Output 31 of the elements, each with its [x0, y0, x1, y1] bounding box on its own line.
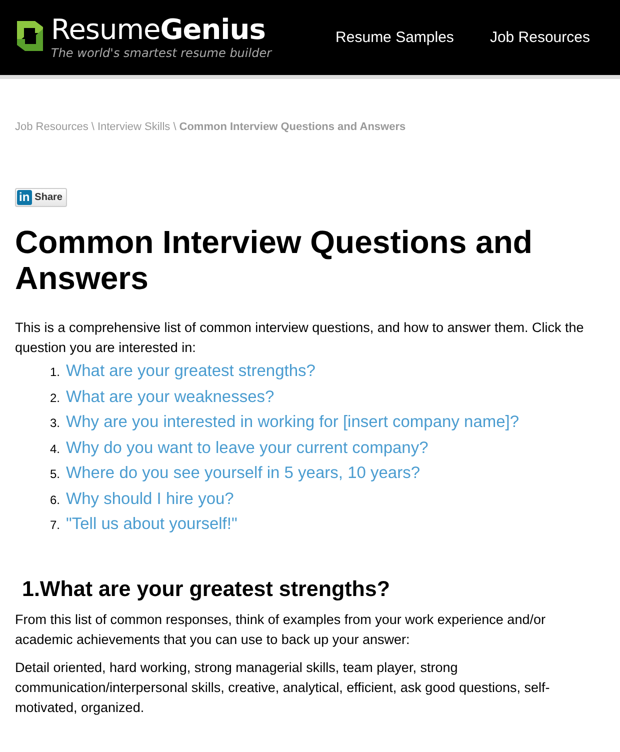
list-number: 2.	[50, 390, 60, 404]
page-title: Common Interview Questions and Answers	[15, 224, 534, 296]
question-link[interactable]: What are your greatest strengths?	[66, 362, 316, 381]
share-button[interactable]: in Share	[15, 188, 68, 207]
breadcrumb-link[interactable]: Job Resources	[15, 121, 88, 133]
breadcrumb-link[interactable]: Common Interview Questions and Answers	[179, 121, 406, 133]
list-number: 3.	[50, 416, 60, 430]
logo-wordmark[interactable]: ResumeGenius	[51, 14, 272, 44]
question-link[interactable]: Why do you want to leave your current company?	[66, 438, 428, 458]
tagline: The world's smartest resume builder	[51, 44, 272, 60]
breadcrumb-separator: \	[173, 121, 176, 133]
list-number: 6.	[50, 492, 60, 506]
paragraph: From this list of common responses, think of examples from your work experience and/or academic achievements that you can use to back up your answer:	[15, 610, 546, 649]
breadcrumb-separator: \	[91, 121, 94, 133]
nav-link[interactable]: Resume Samples	[336, 29, 454, 46]
section-heading: 1.What are your greatest strengths?	[22, 576, 391, 602]
question-link[interactable]: What are your weaknesses?	[66, 388, 274, 406]
question-link[interactable]: "Tell us about yourself!"	[66, 515, 238, 534]
breadcrumb-link[interactable]: Interview Skills	[97, 121, 170, 133]
question-link[interactable]: Where do you see yourself in 5 years, 10 years?	[66, 464, 420, 483]
nav-link[interactable]: Job Resources	[490, 29, 590, 46]
list-number: 5.	[50, 467, 60, 481]
linkedin-icon: in	[17, 190, 32, 205]
paragraph: Detail oriented, hard working, strong managerial skills, team player, strong communication/interpersonal skills, creative, analytical, efficient, ask good questions, self-motivated, organized.	[15, 658, 551, 717]
intro-text: This is a comprehensive list of common interview questions, and how to answer them. Click the question you are interested in:	[15, 319, 585, 357]
logo-icon	[15, 18, 45, 52]
list-number: 7.	[50, 518, 60, 532]
question-link[interactable]: Why should I hire you?	[66, 490, 234, 508]
list-number: 1.	[50, 365, 60, 379]
list-number: 4.	[50, 442, 60, 456]
question-link[interactable]: Why are you interested in working for [insert company name]?	[66, 413, 520, 432]
